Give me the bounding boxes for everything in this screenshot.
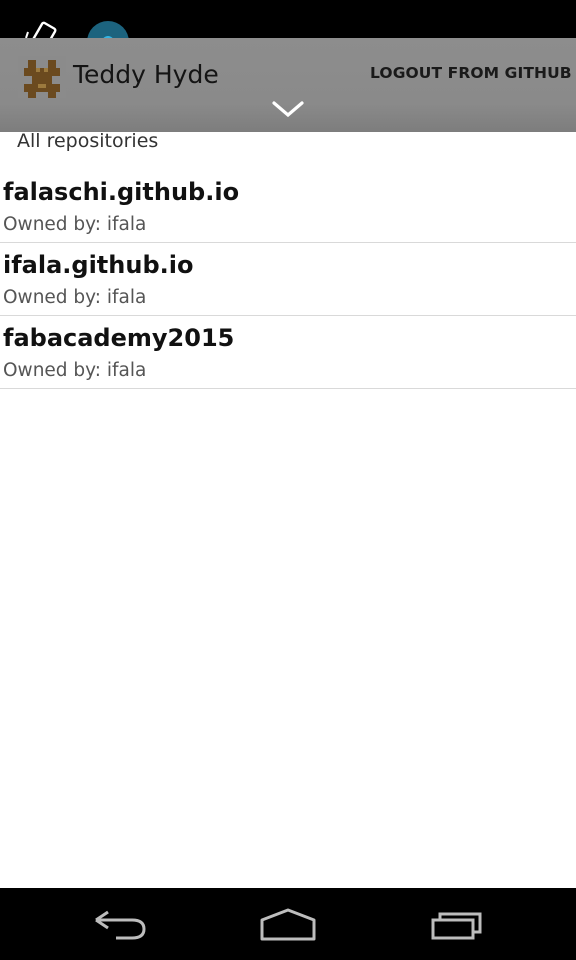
action-bar: Teddy Hyde LOGOUT FROM GITHUB [0, 38, 576, 132]
teddy-hyde-app-icon[interactable] [18, 56, 66, 98]
repo-name: falaschi.github.io [3, 178, 240, 206]
logout-button[interactable]: LOGOUT FROM GITHUB [370, 64, 572, 82]
list-item[interactable]: falaschi.github.io Owned by: ifala [0, 170, 576, 243]
repo-name: ifala.github.io [3, 251, 194, 279]
list-item[interactable]: fabacademy2015 Owned by: ifala [0, 316, 576, 389]
app-title: Teddy Hyde [73, 60, 219, 89]
repo-owner: Owned by: ifala [3, 214, 147, 235]
home-icon[interactable] [258, 908, 318, 942]
repo-owner: Owned by: ifala [3, 360, 147, 381]
repo-name: fabacademy2015 [3, 324, 235, 352]
list-item[interactable]: ifala.github.io Owned by: ifala [0, 243, 576, 316]
section-header: All repositories [17, 130, 159, 152]
navigation-bar [0, 888, 576, 960]
chevron-down-icon[interactable] [272, 100, 304, 118]
recent-apps-icon[interactable] [430, 908, 486, 942]
back-icon[interactable] [92, 908, 148, 942]
repository-list: falaschi.github.io Owned by: ifala ifala… [0, 170, 576, 389]
status-bar [0, 0, 576, 63]
repo-owner: Owned by: ifala [3, 287, 147, 308]
